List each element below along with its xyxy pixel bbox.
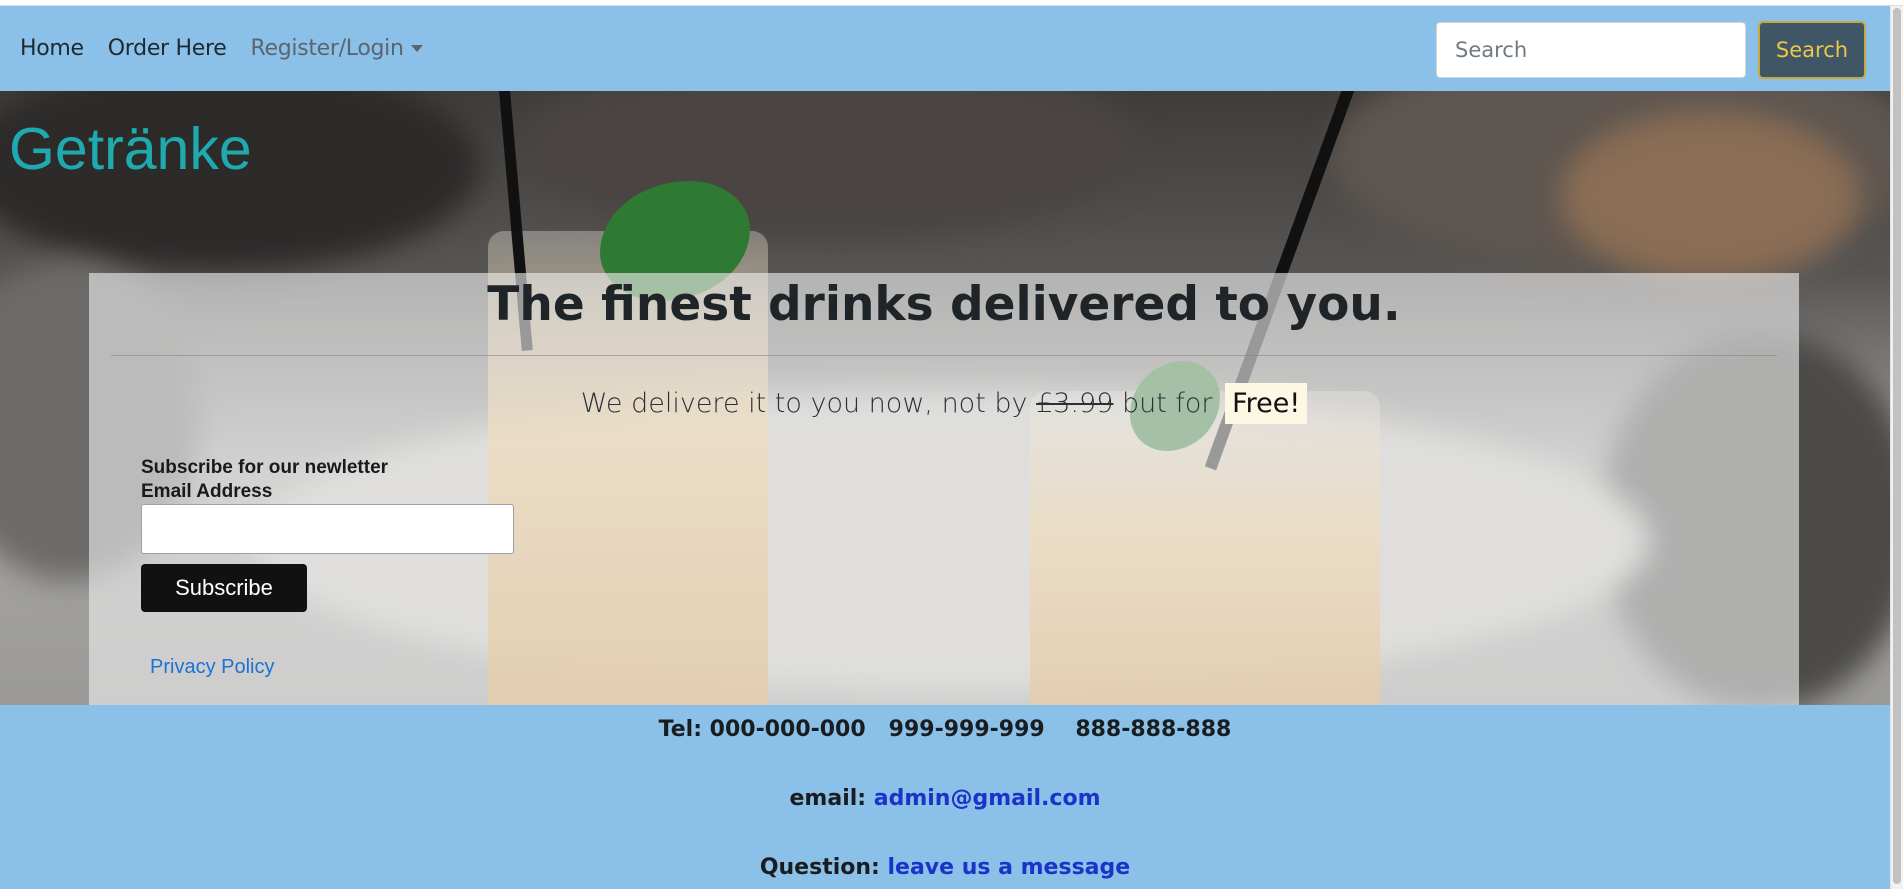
register-login-label: Register/Login: [250, 36, 404, 61]
hero-headline: The finest drinks delivered to you.: [487, 277, 1401, 332]
newsletter-heading: Subscribe for our newletter: [141, 457, 389, 478]
nav-links: Home Order Here Register/Login: [20, 6, 447, 91]
footer-tel: Tel: 000-000-000 999-999-999 888-888-888: [658, 717, 1232, 742]
nav-home-link[interactable]: Home: [20, 36, 84, 61]
hero-section: Getränke The finest drinks delivered to …: [0, 91, 1890, 705]
email-field[interactable]: [141, 504, 514, 554]
footer-email-label: email:: [789, 786, 874, 811]
footer-email-row: email: admin@gmail.com: [0, 786, 1890, 811]
register-login-dropdown[interactable]: Register/Login: [250, 36, 423, 61]
search-button[interactable]: Search: [1758, 21, 1866, 79]
caret-down-icon: [410, 45, 423, 52]
nav-order-link[interactable]: Order Here: [108, 36, 227, 61]
subscribe-button[interactable]: Subscribe: [141, 564, 307, 612]
navbar: Home Order Here Register/Login Search: [0, 6, 1890, 91]
scrollbar-thumb[interactable]: [1893, 8, 1901, 884]
free-badge: Free!: [1225, 383, 1308, 424]
hero-lead: We delivere it to you now, not by £3.99 …: [89, 383, 1799, 424]
vertical-scrollbar[interactable]: [1890, 6, 1903, 889]
brand-title: Getränke: [9, 116, 252, 182]
divider: [111, 355, 1777, 356]
old-price: £3.99: [1036, 388, 1114, 419]
footer: Tel: 000-000-000 999-999-999 888-888-888…: [0, 705, 1890, 889]
footer-question-label: Question:: [759, 855, 888, 880]
email-label: Email Address: [141, 481, 273, 502]
footer-question-row: Question: leave us a message: [0, 855, 1890, 880]
footer-message-link[interactable]: leave us a message: [887, 855, 1130, 880]
jumbotron: The finest drinks delivered to you. We d…: [89, 273, 1799, 705]
privacy-policy-link[interactable]: Privacy Policy: [150, 656, 274, 679]
lead-mid: but for: [1113, 388, 1222, 419]
footer-email-link[interactable]: admin@gmail.com: [874, 786, 1101, 811]
search-input[interactable]: [1436, 22, 1746, 78]
lead-prefix: We delivere it to you now, not by: [580, 388, 1037, 419]
